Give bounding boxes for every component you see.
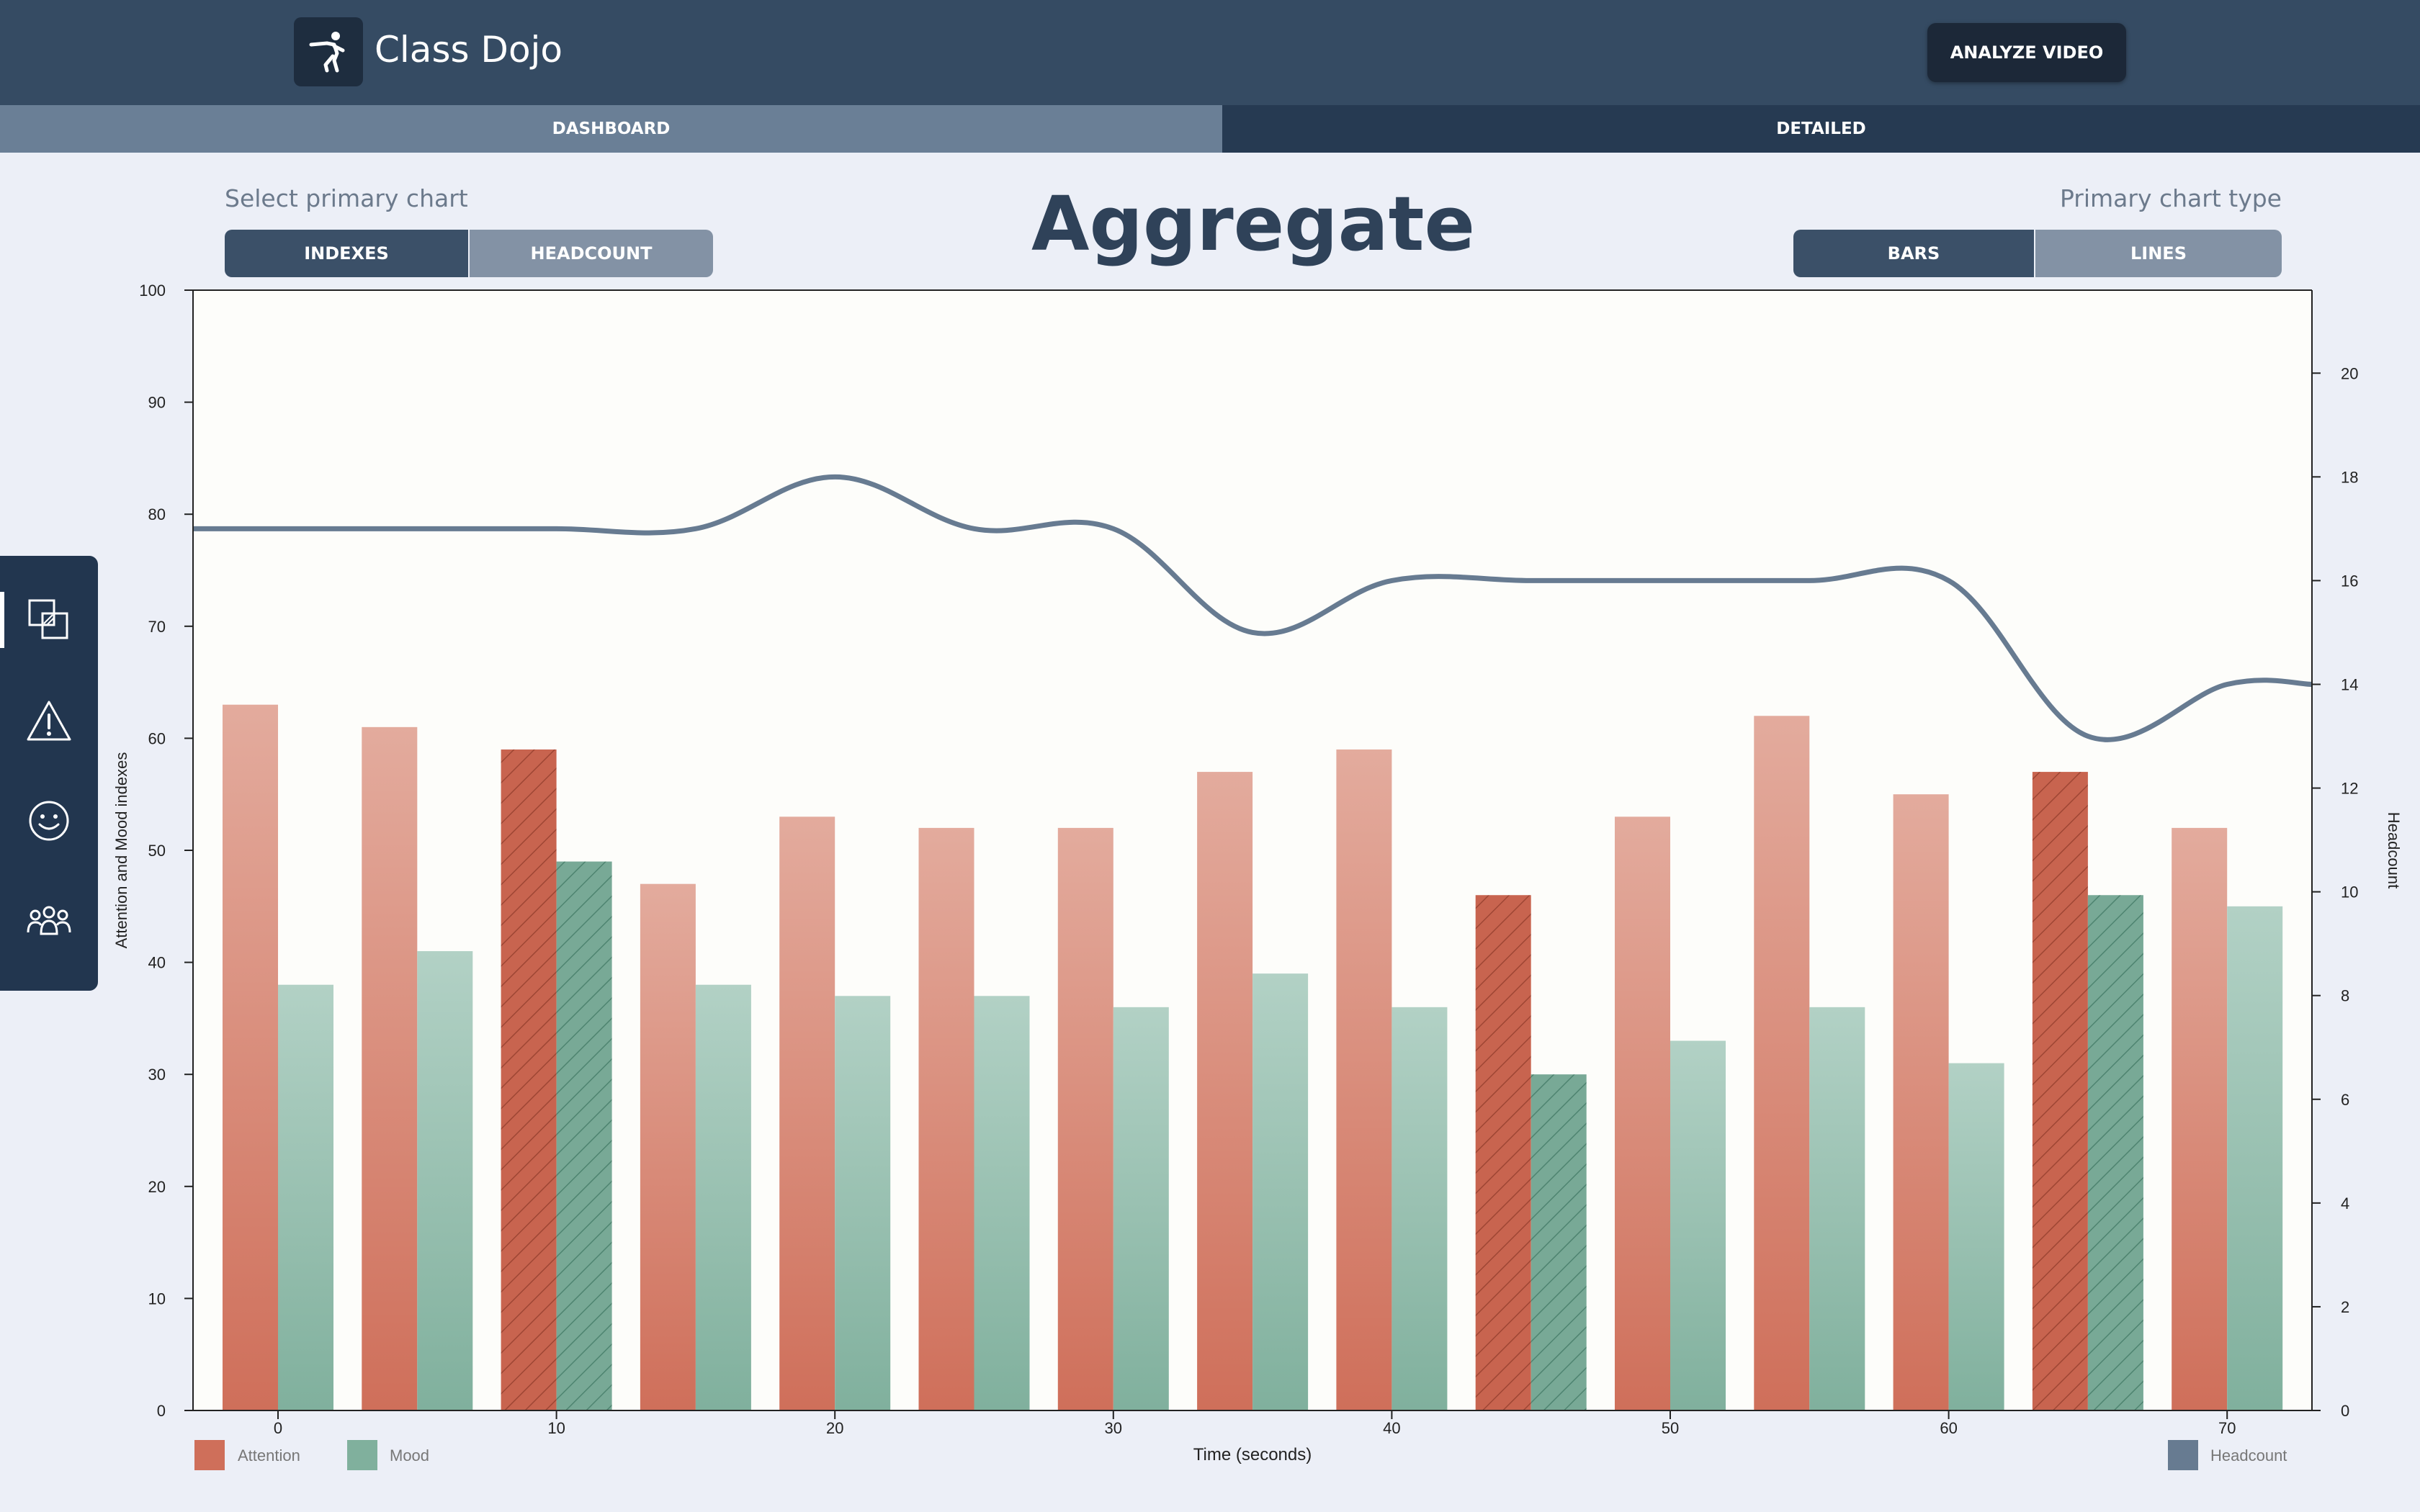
x-tick-label: 40 — [1383, 1419, 1400, 1437]
y2-tick-label: 8 — [2341, 987, 2349, 1005]
legend-swatch-headcount — [2168, 1440, 2198, 1470]
x-tick-label: 30 — [1105, 1419, 1122, 1437]
y-axis-title: Attention and Mood indexes — [112, 752, 130, 949]
y2-tick-label: 4 — [2341, 1194, 2349, 1212]
y-tick-label: 10 — [148, 1290, 166, 1308]
y-tick-label: 40 — [148, 954, 166, 972]
bar-mood — [695, 984, 751, 1410]
x-tick-label: 50 — [1662, 1419, 1679, 1437]
bar-attention — [362, 726, 418, 1410]
y-tick-label: 90 — [148, 394, 166, 412]
y2-tick-label: 2 — [2341, 1298, 2349, 1316]
bar-mood — [1531, 1074, 1587, 1410]
sidebar-item-overview[interactable] — [0, 584, 98, 656]
y2-tick-label: 6 — [2341, 1091, 2349, 1109]
bar-mood — [974, 996, 1030, 1410]
bar-attention — [1197, 772, 1253, 1410]
group-people-icon — [27, 906, 71, 935]
aggregate-chart: 0 10 20 30 40 50 60 70 80 90 100 0 2 4 6 8 10 12 14 16 18 20 0… — [112, 282, 2403, 1470]
legend-label-attention: Attention — [238, 1446, 300, 1464]
sidebar-item-headcount[interactable] — [0, 886, 98, 958]
y-tick-label: 70 — [148, 618, 166, 636]
y-tick-label: 60 — [148, 729, 166, 747]
y2-tick-label: 10 — [2341, 883, 2358, 901]
y2-tick-label: 12 — [2341, 780, 2358, 798]
bar-mood — [1392, 1007, 1448, 1410]
x-axis-title: Time (seconds) — [1193, 1445, 1312, 1464]
sidebar-item-alerts[interactable] — [0, 685, 98, 757]
y2-tick-label: 0 — [2341, 1402, 2349, 1420]
bar-mood — [1252, 973, 1309, 1410]
y-tick-label: 30 — [148, 1066, 166, 1084]
bar-attention — [779, 816, 835, 1410]
legend-label-mood: Mood — [390, 1446, 429, 1464]
bar-attention — [640, 883, 696, 1410]
y-tick-label: 80 — [148, 505, 166, 523]
bar-mood — [1809, 1007, 1865, 1410]
bar-mood — [417, 951, 473, 1410]
y-tick-label: 0 — [157, 1402, 166, 1420]
bar-attention — [223, 704, 278, 1410]
y-tick-label: 50 — [148, 842, 166, 860]
y2-tick-label: 20 — [2341, 364, 2358, 382]
y2-tick-label: 18 — [2341, 468, 2358, 486]
bar-attention — [1893, 794, 1949, 1410]
bar-mood — [1948, 1063, 2004, 1410]
bar-mood — [556, 861, 612, 1410]
sidebar-item-mood[interactable] — [0, 785, 98, 857]
bar-attention — [2172, 827, 2228, 1410]
legend-swatch-mood — [347, 1440, 377, 1470]
y-tick-label: 100 — [139, 282, 166, 300]
smiley-face-icon — [29, 801, 69, 841]
bar-mood — [1113, 1007, 1169, 1410]
x-tick-label: 10 — [547, 1419, 565, 1437]
bar-attention — [1057, 827, 1113, 1410]
bar-mood — [2087, 895, 2143, 1410]
bar-attention — [501, 749, 557, 1410]
x-tick-label: 70 — [2218, 1419, 2236, 1437]
legend-label-headcount: Headcount — [2210, 1446, 2287, 1464]
bar-attention — [2032, 772, 2088, 1410]
bar-attention — [1615, 816, 1670, 1410]
bar-mood — [1670, 1040, 1726, 1410]
y2-axis-title: Headcount — [2385, 812, 2403, 888]
bar-attention — [918, 827, 974, 1410]
x-tick-label: 60 — [1940, 1419, 1957, 1437]
bar-mood — [2227, 906, 2283, 1410]
warning-icon — [27, 701, 71, 741]
bar-attention — [1336, 749, 1392, 1410]
bar-attention — [1475, 895, 1531, 1410]
y-tick-label: 20 — [148, 1178, 166, 1196]
bar-mood — [278, 984, 333, 1410]
x-tick-label: 0 — [274, 1419, 282, 1437]
y2-tick-label: 16 — [2341, 572, 2358, 590]
bar-mood — [835, 996, 891, 1410]
y2-tick-label: 14 — [2341, 675, 2358, 693]
bar-attention — [1754, 716, 1810, 1410]
x-tick-label: 20 — [826, 1419, 843, 1437]
overlapping-squares-icon — [28, 599, 68, 639]
legend-swatch-attention — [194, 1440, 225, 1470]
